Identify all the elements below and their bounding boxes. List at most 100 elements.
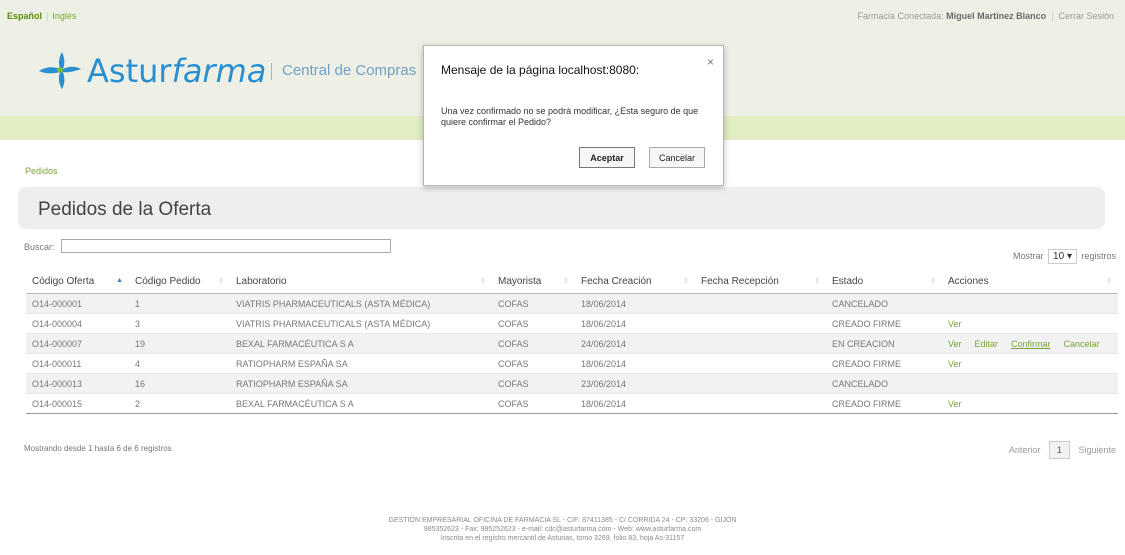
- cell-pedido: 2: [129, 393, 230, 414]
- col-mayorista[interactable]: Mayorista ⇕: [492, 270, 575, 294]
- dialog-cancel-button[interactable]: Cancelar: [649, 147, 705, 168]
- connected-label: Farmacia Conectada:: [857, 11, 944, 21]
- table-row: O14-000011 4 RATIOPHARM ESPAÑA SA COFAS 18/0…: [26, 353, 1118, 374]
- cell-actions: Ver: [942, 393, 1118, 414]
- cell-estado: CANCELADO: [826, 373, 942, 394]
- cell-recepcion: [695, 353, 826, 374]
- cell-oferta: O14-000001: [26, 293, 129, 314]
- table-header-row: Código Oferta ▲ Código Pedido ⇕ Laboratori…: [26, 270, 1118, 294]
- title-box: Pedidos de la Oferta: [18, 187, 1105, 229]
- connected-user: Miguel Martínez Blanco: [946, 11, 1047, 21]
- cell-lab: RATIOPHARM ESPAÑA SA: [230, 353, 492, 374]
- close-icon[interactable]: ×: [707, 55, 714, 69]
- lang-english-link[interactable]: Inglés: [52, 11, 76, 21]
- accept-button[interactable]: Aceptar: [579, 147, 635, 168]
- cell-oferta: O14-000015: [26, 393, 129, 414]
- col-label: Código Pedido: [135, 276, 201, 287]
- cell-creacion: 23/06/2014: [575, 373, 695, 394]
- table-row: O14-000001 1 VIATRIS PHARMACEUTICALS (ASTA…: [26, 293, 1118, 314]
- confirm-dialog: Mensaje de la página localhost:8080: × U…: [423, 45, 724, 186]
- cell-lab: VIATRIS PHARMACEUTICALS (ASTA MÉDICA): [230, 293, 492, 314]
- col-acciones[interactable]: Acciones ⇕: [942, 270, 1118, 294]
- cell-creacion: 18/06/2014: [575, 293, 695, 314]
- cell-lab: BEXAL FARMACÉUTICA S A: [230, 333, 492, 354]
- cell-estado: EN CREACION: [826, 333, 942, 354]
- cell-estado: CANCELADO: [826, 293, 942, 314]
- page-length-select[interactable]: 10 ▾: [1048, 249, 1077, 264]
- page-length-control: Mostrar 10 ▾ registros: [1013, 249, 1116, 264]
- action-ver-link[interactable]: Ver: [948, 319, 962, 329]
- table-info: Mostrando desde 1 hasta 6 de 6 registros: [24, 444, 172, 453]
- col-label: Código Oferta: [32, 276, 95, 287]
- col-codigo-oferta[interactable]: Código Oferta ▲: [26, 270, 129, 294]
- footer-line-1: GESTIÓN EMPRESARIAL OFICINA DE FARMACIA …: [388, 517, 737, 524]
- cell-lab: RATIOPHARM ESPAÑA SA: [230, 373, 492, 394]
- length-suffix: registros: [1081, 250, 1116, 261]
- next-page-button[interactable]: Siguiente: [1078, 445, 1116, 455]
- cell-recepcion: [695, 313, 826, 334]
- col-fecha-recepcion[interactable]: Fecha Recepción ⇕: [695, 270, 826, 294]
- col-laboratorio[interactable]: Laboratorio ⇕: [230, 270, 492, 294]
- col-codigo-pedido[interactable]: Código Pedido ⇕: [129, 270, 230, 294]
- search-input[interactable]: [61, 239, 391, 253]
- action-confirmar-link[interactable]: Confirmar: [1011, 339, 1051, 349]
- sort-icon: ⇕: [683, 278, 689, 285]
- logo-divider: [271, 63, 272, 80]
- col-label: Mayorista: [498, 276, 542, 287]
- cell-recepcion: [695, 293, 826, 314]
- sort-icon: ⇕: [930, 278, 936, 285]
- col-label: Fecha Recepción: [701, 276, 779, 287]
- cell-mayorista: COFAS: [492, 393, 575, 414]
- page-length-value: 10: [1053, 251, 1065, 262]
- cell-actions: Ver Editar Confirmar Cancelar: [942, 333, 1118, 354]
- logout-link[interactable]: Cerrar Sesión: [1058, 11, 1114, 21]
- cell-actions: [942, 293, 1118, 314]
- cell-pedido: 3: [129, 313, 230, 334]
- col-estado[interactable]: Estado ⇕: [826, 270, 942, 294]
- prev-page-button[interactable]: Anterior: [1009, 445, 1041, 455]
- pagination: Anterior 1 Siguiente: [1009, 441, 1116, 459]
- footer-line-2: 985352623 - Fax: 985252623 - e-mail: cdc…: [423, 526, 702, 533]
- col-fecha-creacion[interactable]: Fecha Creación ⇕: [575, 270, 695, 294]
- cell-mayorista: COFAS: [492, 293, 575, 314]
- chevron-down-icon: ▾: [1066, 251, 1072, 262]
- col-label: Laboratorio: [236, 276, 287, 287]
- cell-recepcion: [695, 333, 826, 354]
- action-cancelar-link[interactable]: Cancelar: [1064, 339, 1100, 349]
- sort-icon: ⇕: [480, 278, 486, 285]
- col-label: Acciones: [948, 276, 989, 287]
- page-1-button[interactable]: 1: [1048, 441, 1070, 459]
- cell-pedido: 1: [129, 293, 230, 314]
- cell-oferta: O14-000007: [26, 333, 129, 354]
- action-editar-link[interactable]: Editar: [975, 339, 999, 349]
- sort-icon: ⇕: [1106, 278, 1112, 285]
- action-ver-link[interactable]: Ver: [948, 339, 962, 349]
- cell-creacion: 24/06/2014: [575, 333, 695, 354]
- session-info: Farmacia Conectada: Miguel Martínez Blan…: [858, 11, 1114, 21]
- breadcrumb[interactable]: Pedidos: [25, 166, 58, 176]
- table-body: O14-000001 1 VIATRIS PHARMACEUTICALS (ASTA…: [26, 293, 1118, 414]
- cell-estado: CREADO FIRME: [826, 353, 942, 374]
- central-compras-label: Central de Compras: [282, 62, 417, 79]
- search-label: Buscar:: [24, 242, 55, 252]
- footer-line-3: Inscrita en el registro mercantil de Ast…: [440, 535, 685, 542]
- cell-mayorista: COFAS: [492, 333, 575, 354]
- col-label: Fecha Creación: [581, 276, 652, 287]
- cell-estado: CREADO FIRME: [826, 393, 942, 414]
- action-ver-link[interactable]: Ver: [948, 399, 962, 409]
- sort-asc-icon: ▲: [116, 277, 123, 284]
- cell-lab: VIATRIS PHARMACEUTICALS (ASTA MÉDICA): [230, 313, 492, 334]
- dialog-title: Mensaje de la página localhost:8080:: [441, 63, 640, 77]
- cell-recepcion: [695, 373, 826, 394]
- table-row: O14-000015 2 BEXAL FARMACÉUTICA S A COFAS 18…: [26, 393, 1118, 414]
- cell-mayorista: COFAS: [492, 353, 575, 374]
- action-ver-link[interactable]: Ver: [948, 359, 962, 369]
- cell-recepcion: [695, 393, 826, 414]
- logo-cross-icon: [39, 52, 81, 89]
- lang-separator: |: [46, 11, 49, 21]
- lang-spanish-link[interactable]: Español: [7, 11, 42, 21]
- cell-estado: CREADO FIRME: [826, 313, 942, 334]
- cell-oferta: O14-000004: [26, 313, 129, 334]
- sort-icon: ⇕: [563, 278, 569, 285]
- search-area: Buscar:: [24, 239, 391, 253]
